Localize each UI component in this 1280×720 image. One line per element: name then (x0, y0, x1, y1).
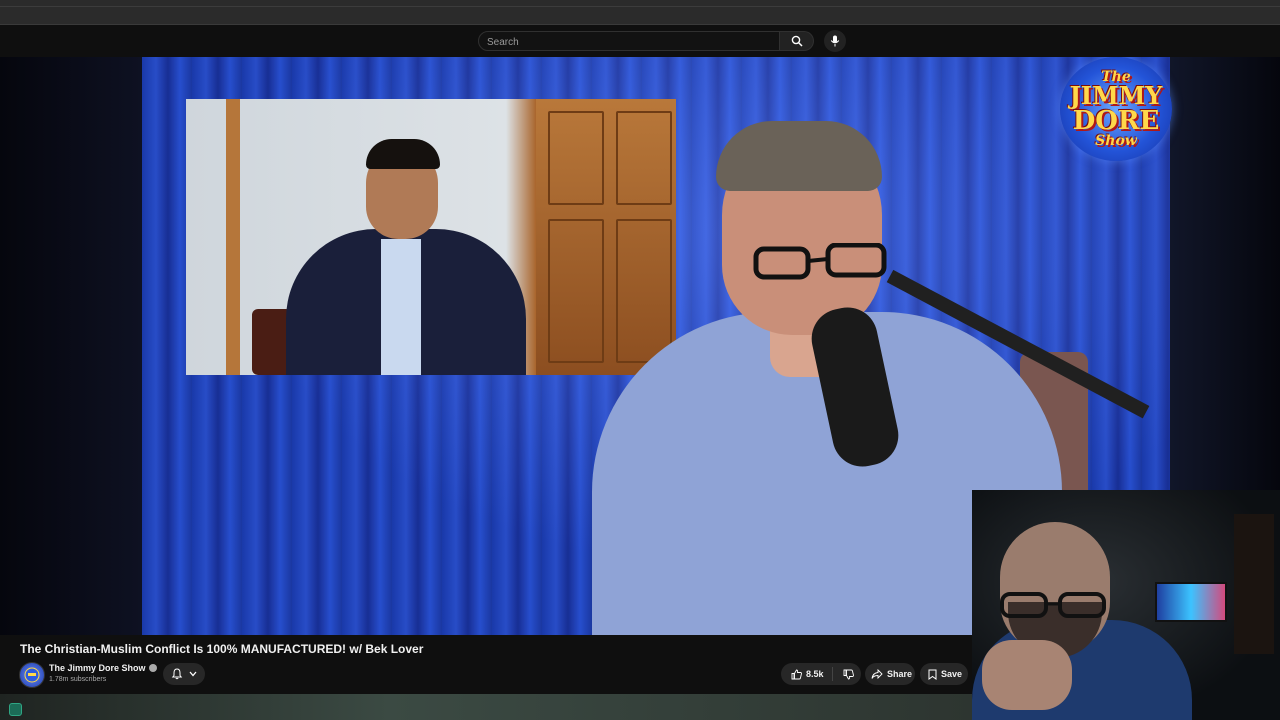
save-label: Save (941, 669, 963, 679)
channel-avatar[interactable] (19, 662, 45, 688)
thumbs-down-icon (843, 669, 854, 680)
channel-name: The Jimmy Dore Show (49, 663, 146, 673)
logo-text-show: Show (1095, 133, 1137, 149)
bookmark-icon (928, 669, 937, 680)
search-input[interactable] (479, 33, 779, 52)
host-glasses (752, 243, 888, 283)
logo-text-jimmy: JIMMY (1069, 81, 1163, 110)
host-hair (716, 121, 882, 191)
share-label: Share (887, 669, 913, 679)
voice-search-button[interactable] (824, 30, 846, 52)
guest-video-inset (186, 99, 676, 375)
notification-bell-button[interactable] (163, 663, 205, 685)
like-dislike-group: 8.5k (781, 663, 861, 685)
door-panel (616, 111, 672, 205)
bell-icon (171, 668, 183, 680)
guest-hair (366, 139, 440, 169)
search-field[interactable] (478, 31, 780, 52)
search-button[interactable] (780, 31, 814, 51)
webcam-overlay (972, 490, 1280, 720)
mic-icon (830, 35, 840, 47)
page-bottom-strip (0, 694, 972, 720)
subscriber-count: 1.78m subscribers (49, 676, 107, 683)
share-icon (871, 669, 883, 679)
app-tray-icon[interactable] (9, 703, 22, 716)
bookshelf (1234, 514, 1274, 654)
door-panel (548, 111, 604, 205)
tab-divider (0, 6, 1280, 7)
door-panel (616, 219, 672, 363)
channel-name-link[interactable]: The Jimmy Dore Show (49, 663, 157, 673)
wall-trim (226, 99, 240, 375)
background-tv (1155, 582, 1227, 622)
door-panel (548, 219, 604, 363)
guest-shirt (381, 239, 421, 375)
logo-text-dore: DORE (1072, 106, 1160, 136)
search-icon (791, 35, 803, 47)
viewer-hand (982, 640, 1072, 710)
dislike-button[interactable] (833, 669, 864, 680)
show-logo: The JIMMY DORE Show (1060, 57, 1172, 161)
browser-top-strip (0, 0, 1280, 25)
like-button[interactable]: 8.5k (781, 667, 833, 681)
save-button[interactable]: Save (920, 663, 968, 685)
chevron-down-icon (189, 671, 197, 677)
player-letterbox-left (0, 57, 142, 635)
share-button[interactable]: Share (865, 663, 915, 685)
viewer-glasses (998, 590, 1118, 620)
video-title: The Christian-Muslim Conflict Is 100% MA… (20, 642, 424, 656)
thumbs-up-icon (791, 669, 802, 680)
verified-badge-icon (148, 664, 157, 672)
like-count: 8.5k (806, 669, 824, 679)
